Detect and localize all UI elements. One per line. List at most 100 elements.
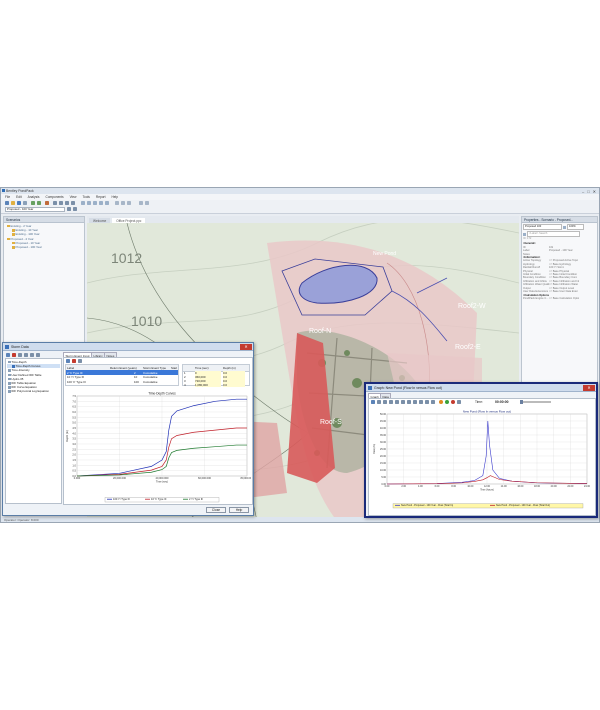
- catchment-label-roof2-w[interactable]: Roof2-W: [458, 303, 486, 310]
- close-button[interactable]: Close: [206, 507, 226, 513]
- storm-events-table: Label Return Event (years) Storm Event T…: [65, 364, 179, 386]
- refresh-icon[interactable]: [431, 400, 435, 404]
- catchment-icon[interactable]: [81, 201, 85, 205]
- properties-search-input[interactable]: <Label> Search: [527, 231, 580, 237]
- options-icon[interactable]: [145, 201, 149, 205]
- time-depth-row[interactable]: 4 1,080,000 0.0: [183, 382, 249, 387]
- x-tick-label: 16.00: [517, 485, 524, 488]
- zoom-out-icon[interactable]: [71, 201, 75, 205]
- catchment-label-roof-n[interactable]: Roof-N: [309, 328, 331, 335]
- maximize-button[interactable]: □: [587, 189, 589, 194]
- contour-label-1010: 1010: [131, 313, 163, 329]
- pan-graph-icon[interactable]: [407, 400, 411, 404]
- y-tick-label: 4.0: [72, 431, 76, 435]
- scenario-manager-icon[interactable]: [67, 207, 71, 211]
- storm-dialog-close-icon[interactable]: ✕: [240, 344, 252, 350]
- pause-icon[interactable]: [445, 400, 449, 404]
- storm-dialog-title: Storm Data: [3, 343, 253, 351]
- alternatives-icon[interactable]: [73, 207, 77, 211]
- scenario-dropdown[interactable]: Proposed - 100 Year: [5, 207, 65, 212]
- menu-tools[interactable]: Tools: [82, 195, 89, 199]
- layers-icon[interactable]: [139, 201, 143, 205]
- delete-storm-icon[interactable]: [12, 352, 16, 357]
- x-tick-label: 20.00: [551, 485, 558, 488]
- play-icon[interactable]: [439, 400, 443, 404]
- sync-storm-icon[interactable]: [36, 352, 40, 357]
- menu-edit[interactable]: Edit: [16, 195, 22, 199]
- time-slider-thumb[interactable]: [520, 399, 523, 404]
- minimize-button[interactable]: –: [582, 189, 584, 194]
- series-options-icon[interactable]: [377, 400, 381, 404]
- catchment-label-roof-s[interactable]: Roof-S: [320, 419, 342, 426]
- grid-icon[interactable]: [425, 400, 429, 404]
- properties-scenario-dropdown[interactable]: Proposed 100: [523, 224, 562, 230]
- storm-label-cell: 100 Yr Type III: [67, 379, 86, 384]
- export-icon[interactable]: [395, 400, 399, 404]
- x-tick-label: 20,000.000: [113, 476, 127, 480]
- node-icon[interactable]: [99, 201, 103, 205]
- print-graph-icon[interactable]: [389, 400, 393, 404]
- x-tick-label: 14.00: [501, 485, 508, 488]
- open-icon[interactable]: [11, 201, 15, 205]
- time-slider[interactable]: [521, 401, 551, 403]
- select-icon[interactable]: [53, 201, 57, 205]
- scenario-icon: [12, 241, 15, 245]
- delete-storm-event-icon[interactable]: [72, 359, 76, 363]
- properties-filter-icon[interactable]: [563, 225, 566, 229]
- menu-help[interactable]: Help: [111, 195, 118, 199]
- sort-icon[interactable]: [523, 232, 526, 236]
- chart-settings-icon[interactable]: [371, 400, 375, 404]
- menu-components[interactable]: Components: [46, 195, 64, 199]
- legend-icon[interactable]: [419, 400, 423, 404]
- x-tick-label: 0.000: [74, 476, 81, 480]
- save-icon[interactable]: [17, 201, 21, 205]
- duplicate-storm-icon[interactable]: [24, 352, 28, 357]
- scenario-item[interactable]: Proposed - 100 Year: [6, 245, 82, 249]
- menu-view[interactable]: View: [70, 195, 77, 199]
- storm-tree-item[interactable]: IDF Polynomial Log Equation: [7, 389, 60, 393]
- pan-icon[interactable]: [59, 201, 63, 205]
- y-tick-label: 6.0: [72, 410, 76, 414]
- redo-icon[interactable]: [37, 201, 41, 205]
- report-icon[interactable]: [115, 201, 119, 205]
- menu-file[interactable]: File: [5, 195, 10, 199]
- new-icon[interactable]: [5, 201, 9, 205]
- menu-analysis[interactable]: Analysis: [28, 195, 40, 199]
- new-storm-icon[interactable]: [6, 352, 10, 357]
- properties-id-header: ID: 172: [523, 237, 532, 240]
- menu-report[interactable]: Report: [96, 195, 106, 199]
- outfall-icon[interactable]: [105, 201, 109, 205]
- hydrograph-close-icon[interactable]: ✕: [583, 385, 595, 391]
- scenario-icon: [7, 237, 10, 241]
- report-storm-icon[interactable]: [30, 352, 34, 357]
- zoom-dropdown[interactable]: 100%: [567, 224, 584, 230]
- edit-storm-event-icon[interactable]: [78, 359, 82, 363]
- stop-icon[interactable]: [451, 400, 455, 404]
- zoom-extents-icon[interactable]: [413, 400, 417, 404]
- pond-label[interactable]: New Pond: [373, 251, 396, 257]
- table-row[interactable]: 100 Yr Type III 100 Cumulative: [66, 379, 178, 384]
- y-tick-label: 40.00: [380, 427, 387, 430]
- add-storm-event-icon[interactable]: [66, 359, 70, 363]
- catchment-label-roof2-e[interactable]: Roof2-E: [455, 344, 481, 351]
- close-window-button[interactable]: ✕: [593, 189, 596, 194]
- copy-icon[interactable]: [383, 400, 387, 404]
- storm-dialog-icon: [5, 345, 9, 349]
- zoom-in-icon[interactable]: [65, 201, 69, 205]
- compute-icon[interactable]: [45, 201, 49, 205]
- y-tick-label: 5.00: [381, 476, 386, 479]
- link-icon[interactable]: [93, 201, 97, 205]
- hydrograph-panel: Time: 00:00:00 0.00 5.00 10.00 15.00 20.00 25…: [368, 398, 596, 516]
- rename-storm-icon[interactable]: [18, 352, 22, 357]
- options-graph-icon[interactable]: [457, 400, 461, 404]
- pond-icon[interactable]: [87, 201, 91, 205]
- storm-event-panel: Label Return Event (years) Storm Event T…: [63, 357, 253, 505]
- time-depth-chart: 0.00.51.01.52.02.53.03.54.04.55.05.56.06…: [65, 392, 251, 503]
- help-button[interactable]: Help: [229, 507, 249, 513]
- print-icon[interactable]: [23, 201, 27, 205]
- graph-icon[interactable]: [121, 201, 125, 205]
- zoom-graph-icon[interactable]: [401, 400, 405, 404]
- undo-icon[interactable]: [31, 201, 35, 205]
- table-icon[interactable]: [127, 201, 131, 205]
- property-row[interactable]: PondPack Engine C... << Base Calculation …: [522, 297, 597, 300]
